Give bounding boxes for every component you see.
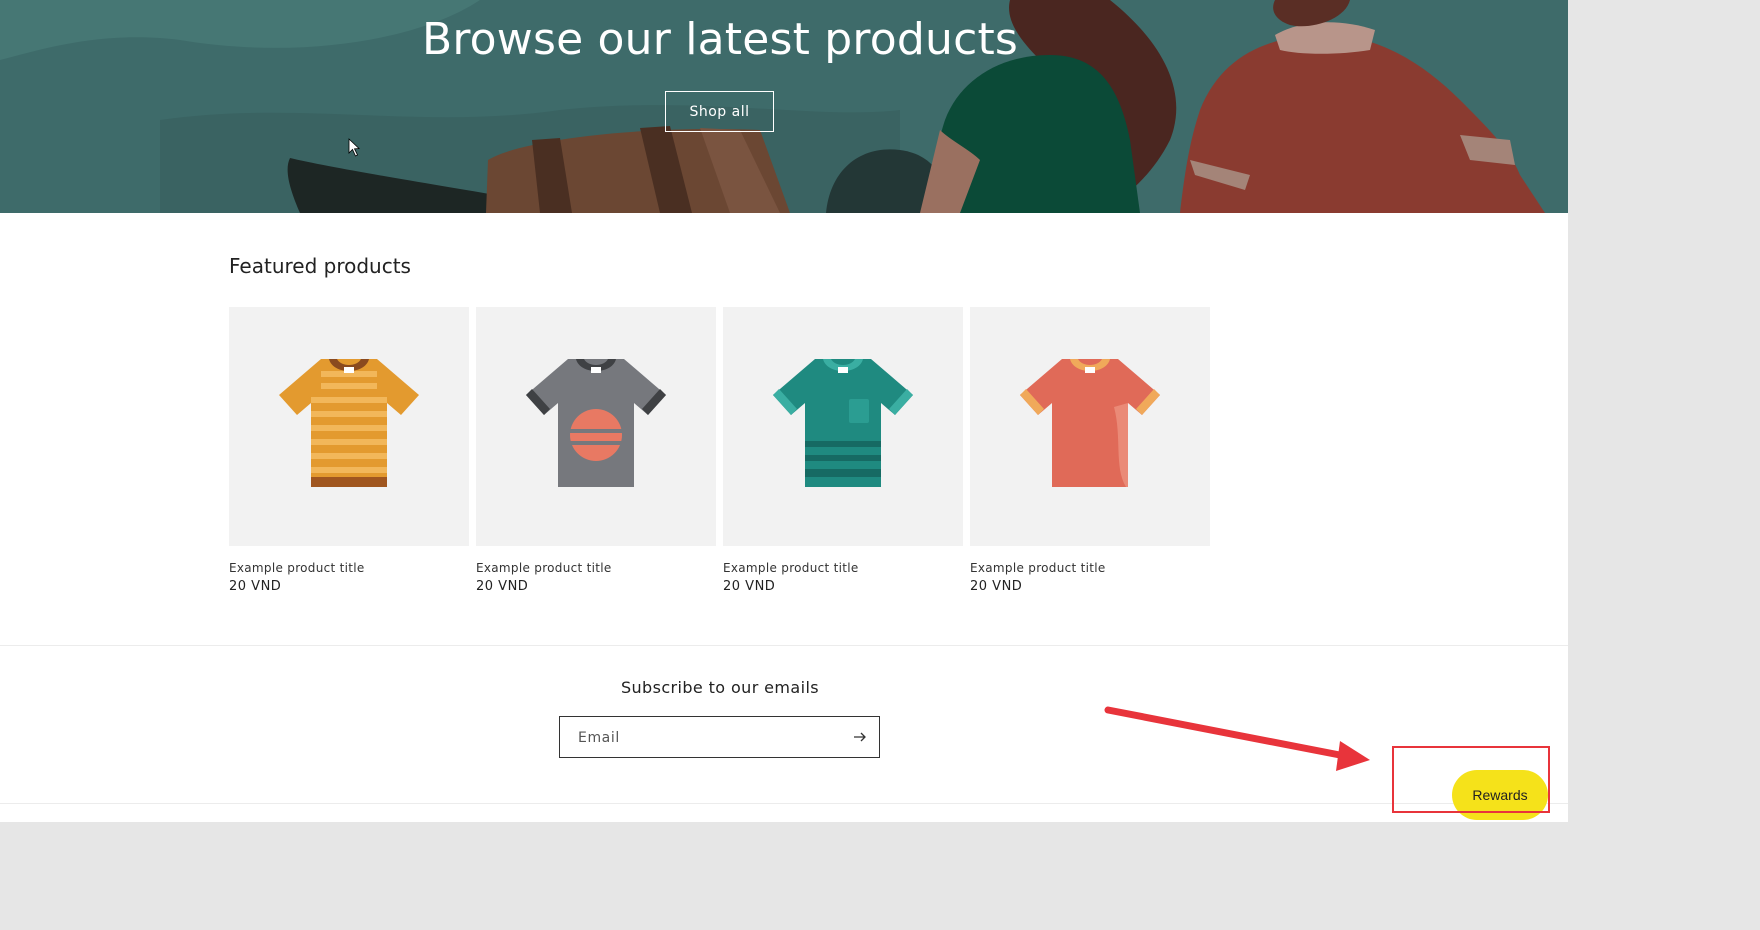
- product-title[interactable]: Example product title: [476, 561, 612, 575]
- store-page: Browse our latest products Shop all Feat…: [0, 0, 1568, 822]
- section-divider: [0, 645, 1568, 646]
- product-title[interactable]: Example product title: [970, 561, 1106, 575]
- striped-orange-shirt-icon: [279, 359, 419, 487]
- product-image[interactable]: [229, 307, 469, 546]
- coral-shirt-icon: [1020, 359, 1160, 487]
- product-card[interactable]: Example product title 20 VND: [229, 307, 469, 594]
- product-card[interactable]: Example product title 20 VND: [476, 307, 716, 594]
- gray-sunset-shirt-icon: [526, 359, 666, 487]
- product-card[interactable]: Example product title 20 VND: [970, 307, 1210, 594]
- product-price: 20 VND: [229, 579, 282, 594]
- product-price: 20 VND: [723, 579, 776, 594]
- product-title[interactable]: Example product title: [229, 561, 365, 575]
- featured-products-heading: Featured products: [229, 254, 411, 278]
- email-form: [559, 716, 880, 758]
- rewards-launcher-button[interactable]: Rewards: [1452, 770, 1548, 820]
- footer-divider: [0, 803, 1568, 804]
- product-card[interactable]: Example product title 20 VND: [723, 307, 963, 594]
- email-input[interactable]: [576, 726, 830, 750]
- product-image[interactable]: [476, 307, 716, 546]
- subscribe-submit-button[interactable]: [849, 727, 871, 747]
- shop-all-button[interactable]: Shop all: [665, 91, 774, 132]
- product-image[interactable]: [723, 307, 963, 546]
- hero-banner: Browse our latest products Shop all: [0, 0, 1568, 213]
- subscribe-heading: Subscribe to our emails: [620, 678, 820, 697]
- teal-pocket-shirt-icon: [773, 359, 913, 487]
- product-price: 20 VND: [970, 579, 1023, 594]
- product-title[interactable]: Example product title: [723, 561, 859, 575]
- hero-title: Browse our latest products: [421, 14, 1019, 65]
- product-price: 20 VND: [476, 579, 529, 594]
- product-image[interactable]: [970, 307, 1210, 546]
- arrow-right-icon: [854, 732, 866, 742]
